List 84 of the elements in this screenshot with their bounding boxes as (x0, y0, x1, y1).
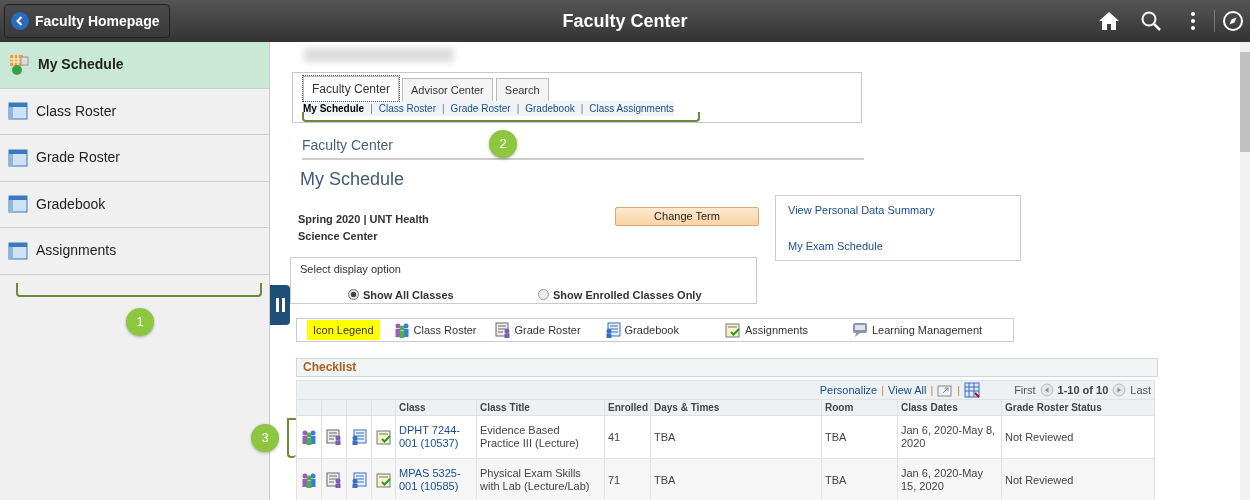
callout-bracket (287, 418, 296, 458)
window-icon (8, 102, 28, 121)
section-header: Checklist (296, 358, 1158, 377)
radio-label: Show Enrolled Classes Only (553, 287, 702, 303)
sidebar-item[interactable]: Class Roster (0, 88, 269, 135)
checklist-icon[interactable] (375, 429, 392, 445)
section-label: Select display option (300, 262, 402, 277)
sidebar-item[interactable]: Grade Roster (0, 135, 269, 182)
radio-button[interactable] (538, 289, 549, 301)
tab[interactable]: Advisor Center (402, 77, 493, 101)
people-icon[interactable] (301, 472, 317, 488)
first-label: First (1014, 383, 1036, 397)
table-cell: TBA (821, 458, 898, 500)
table-cell: 71 (604, 458, 651, 500)
legend-label: Class Roster (413, 322, 477, 338)
table-cell: Jan 6, 2020-May 8, 2020 (897, 415, 1002, 459)
gradebook-icon[interactable] (351, 472, 367, 488)
term-text: Spring 2020 | UNT Health Science Center (298, 212, 430, 244)
link[interactable]: My Exam Schedule (788, 237, 1008, 254)
last-label: Last (1130, 383, 1152, 397)
collapse-handle[interactable] (270, 285, 290, 325)
nav-link[interactable]: Gradebook (525, 101, 575, 116)
back-icon (11, 12, 29, 30)
page-range: 1-10 of 10 (1057, 383, 1109, 397)
legend-label: Learning Management (872, 322, 983, 338)
link[interactable]: View Personal Data Summary (788, 202, 1008, 219)
legend-label: Assignments (745, 322, 808, 338)
radio-label: Show All Classes (363, 287, 454, 303)
sidebar-item[interactable]: Assignments (0, 228, 269, 275)
checklist-icon[interactable] (375, 472, 392, 488)
window-icon (8, 148, 28, 167)
home-icon[interactable] (1098, 10, 1120, 32)
checklist-icon (725, 322, 741, 338)
table-cell: Not Reviewed (1001, 458, 1155, 500)
roster-icon (494, 322, 511, 338)
table-cell: Physical Exam Skills with Lab (Lecture/Lab) (476, 458, 605, 500)
separator-text: | (930, 383, 934, 397)
legend-title: Icon Legend (307, 319, 380, 341)
calendar-icon (8, 53, 30, 76)
gradebook-icon[interactable] (351, 429, 367, 445)
table-cell: Jan 6, 2020-May 15, 2020 (897, 458, 1002, 500)
search-icon[interactable] (1140, 10, 1162, 32)
sidebar-item[interactable]: Gradebook (0, 181, 269, 228)
separator-text: | (580, 102, 584, 116)
legend-label: Grade Roster (514, 322, 581, 338)
table-cell: 41 (604, 415, 651, 459)
roster-icon[interactable] (326, 429, 342, 445)
people-icon (393, 322, 410, 338)
change-term-button[interactable]: Change Term (615, 207, 759, 226)
page-title: My Schedule (300, 168, 406, 191)
table-cell: Evidence Based Practice III (Lecture) (476, 415, 605, 459)
nav-link[interactable]: My Schedule (303, 101, 365, 116)
spreadsheet-icon[interactable] (964, 382, 981, 398)
nav-link[interactable]: Class Assignments (589, 101, 674, 116)
separator-text: | (881, 383, 885, 397)
window-title: Faculty Center (562, 10, 688, 31)
chat-icon (852, 322, 868, 338)
link[interactable]: View All (888, 383, 927, 397)
roster-icon[interactable] (326, 472, 342, 488)
table-cell: TBA (650, 458, 822, 500)
link[interactable]: Personalize (819, 383, 878, 397)
separator-text: | (516, 102, 520, 116)
separator-text: | (957, 383, 961, 397)
callout-number: 2 (489, 130, 517, 158)
people-icon[interactable] (301, 429, 317, 445)
table-cell: Not Reviewed (1001, 415, 1155, 459)
nav-link[interactable]: Class Roster (378, 101, 436, 116)
sidebar-item[interactable]: My Schedule (0, 42, 269, 89)
tab[interactable]: Search (495, 77, 549, 101)
compass-icon[interactable] (1221, 10, 1244, 32)
radio-button[interactable] (348, 289, 359, 301)
separator-text: | (370, 102, 373, 116)
table-cell: TBA (821, 415, 898, 459)
back-button[interactable]: Faculty Homepage (4, 4, 171, 38)
window-icon (8, 241, 28, 260)
legend-label: Gradebook (624, 322, 679, 338)
separator-text: | (442, 102, 445, 116)
tab[interactable]: Faculty Center (303, 76, 400, 101)
window-icon (8, 195, 28, 214)
scrollbar[interactable] (1240, 42, 1250, 500)
nav-link[interactable]: Grade Roster (450, 101, 511, 116)
callout-number: 3 (251, 424, 279, 452)
table-cell: TBA (650, 415, 822, 459)
gradebook-icon (604, 322, 621, 338)
